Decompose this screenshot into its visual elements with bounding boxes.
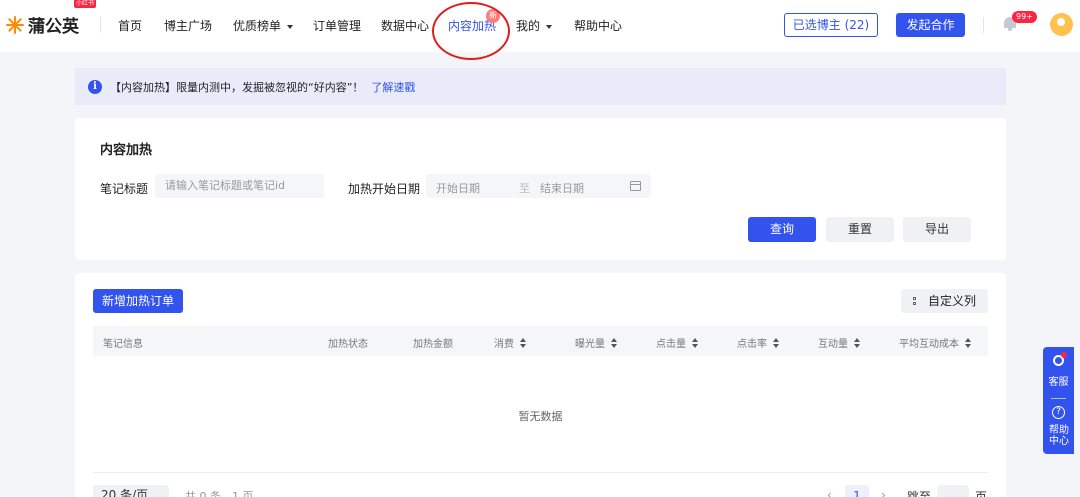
calendar-icon[interactable] — [630, 181, 641, 191]
nav-item-help-center[interactable]: 帮助中心 — [574, 17, 622, 34]
orders-table-panel: 新增加热订单 自定义列 笔记信息 加热状态 加热金额 消费 曝光量 点击量 点击… — [75, 273, 1006, 497]
help-center-label: 帮助中心 — [1049, 425, 1069, 447]
service-notification-dot — [1061, 352, 1067, 358]
avatar[interactable] — [1050, 13, 1073, 36]
info-banner: i 【内容加热】限量内测中，发掘被忽视的“好内容”！ 了解速戳 — [75, 68, 1006, 105]
nav-divider — [983, 17, 984, 33]
column-spend-label: 消费 — [494, 339, 514, 350]
jump-page-input[interactable] — [937, 485, 969, 497]
nav-item-data-center[interactable]: 数据中心 — [381, 17, 429, 34]
pagination-total: 共 0 条，1 页 — [185, 490, 254, 497]
nav-item-quality-ranking[interactable]: 优质榜单 — [233, 17, 294, 34]
info-icon: i — [88, 79, 102, 94]
launch-cooperation-button[interactable]: 发起合作 — [896, 13, 965, 37]
column-clicks[interactable]: 点击量 — [656, 335, 699, 350]
start-date-placeholder: 开始日期 — [436, 182, 480, 195]
customer-service-label: 客服 — [1048, 377, 1069, 388]
query-button[interactable]: 查询 — [748, 217, 816, 242]
reset-button[interactable]: 重置 — [826, 217, 894, 242]
nav-item-mine[interactable]: 我的 — [516, 17, 553, 34]
export-button[interactable]: 导出 — [903, 217, 971, 242]
nav-divider — [100, 17, 101, 33]
columns-icon — [912, 297, 922, 306]
selected-bloggers-button[interactable]: 已选博主 (22) — [784, 13, 878, 37]
next-page-button[interactable]: › — [881, 488, 886, 497]
column-impressions-label: 曝光量 — [575, 339, 605, 350]
nav-item-quality-ranking-label: 优质榜单 — [233, 19, 282, 33]
note-title-input[interactable]: 请输入笔记标题或笔记id — [155, 174, 324, 198]
banner-learn-more-link[interactable]: 了解速戳 — [371, 79, 415, 95]
page-title: 内容加热 — [100, 143, 153, 158]
column-spend[interactable]: 消费 — [494, 335, 527, 350]
sort-icon — [692, 338, 699, 348]
date-range-separator: 至 — [519, 182, 530, 195]
add-boost-order-button[interactable]: 新增加热订单 — [93, 289, 183, 313]
top-nav: 蒲公英 小红书 首页 博主广场 优质榜单 订单管理 数据中心 内容加热 新 我的… — [0, 0, 1080, 60]
nav-item-mine-label: 我的 — [516, 19, 541, 33]
nav-item-blogger-square[interactable]: 博主广场 — [164, 17, 212, 34]
new-badge: 新 — [486, 9, 500, 23]
brand-badge: 小红书 — [74, 0, 97, 8]
column-avg-interaction-cost-label: 平均互动成本 — [899, 339, 959, 350]
sort-icon — [773, 338, 780, 348]
search-panel: 内容加热 笔记标题 请输入笔记标题或笔记id 加热开始日期 开始日期 至 结束日… — [75, 118, 1006, 260]
column-interactions[interactable]: 互动量 — [818, 335, 861, 350]
sort-icon — [854, 338, 861, 348]
custom-columns-button[interactable]: 自定义列 — [901, 289, 988, 313]
notification-count-badge: 99+ — [1012, 11, 1037, 23]
page-size-select[interactable]: 20 条/页 — [93, 485, 169, 497]
column-note-info: 笔记信息 — [103, 339, 143, 350]
column-avg-interaction-cost[interactable]: 平均互动成本 — [899, 335, 972, 350]
prev-page-button[interactable]: ‹ — [827, 488, 832, 497]
column-boost-amount: 加热金额 — [413, 339, 453, 350]
nav-item-home[interactable]: 首页 — [118, 17, 142, 34]
nav-item-orders[interactable]: 订单管理 — [313, 17, 361, 34]
note-title-label: 笔记标题 — [100, 182, 149, 196]
page-number-current[interactable]: 1 — [845, 485, 869, 497]
boost-start-date-label: 加热开始日期 — [348, 182, 421, 196]
jump-to-label: 跳至 — [907, 490, 932, 497]
page-unit-label: 页 — [975, 490, 988, 497]
custom-columns-label: 自定义列 — [927, 294, 976, 308]
sort-icon — [965, 338, 972, 348]
column-interactions-label: 互动量 — [818, 339, 848, 350]
column-clicks-label: 点击量 — [656, 339, 686, 350]
end-date-placeholder: 结束日期 — [540, 182, 584, 195]
sort-icon — [611, 338, 618, 348]
brand-logo[interactable]: 蒲公英 — [6, 12, 79, 37]
table-divider — [93, 472, 988, 473]
column-boost-status: 加热状态 — [328, 339, 368, 350]
panel-divider — [1051, 398, 1066, 399]
table-header: 笔记信息 加热状态 加热金额 消费 曝光量 点击量 点击率 互动量 平均互动成本 — [93, 326, 988, 356]
column-ctr-label: 点击率 — [737, 339, 767, 350]
chevron-down-icon — [287, 24, 294, 29]
dandelion-icon — [6, 15, 24, 34]
chevron-down-icon — [546, 24, 553, 29]
column-ctr[interactable]: 点击率 — [737, 335, 780, 350]
empty-state: 暂无数据 — [518, 410, 563, 423]
banner-text: 【内容加热】限量内测中，发掘被忽视的“好内容”！ — [110, 80, 364, 94]
brand-name: 蒲公英 — [28, 17, 79, 37]
sort-icon — [520, 338, 527, 348]
column-impressions[interactable]: 曝光量 — [575, 335, 618, 350]
question-icon: ? — [1052, 406, 1065, 419]
floating-service-panel: 客服 ? 帮助中心 — [1043, 347, 1074, 454]
